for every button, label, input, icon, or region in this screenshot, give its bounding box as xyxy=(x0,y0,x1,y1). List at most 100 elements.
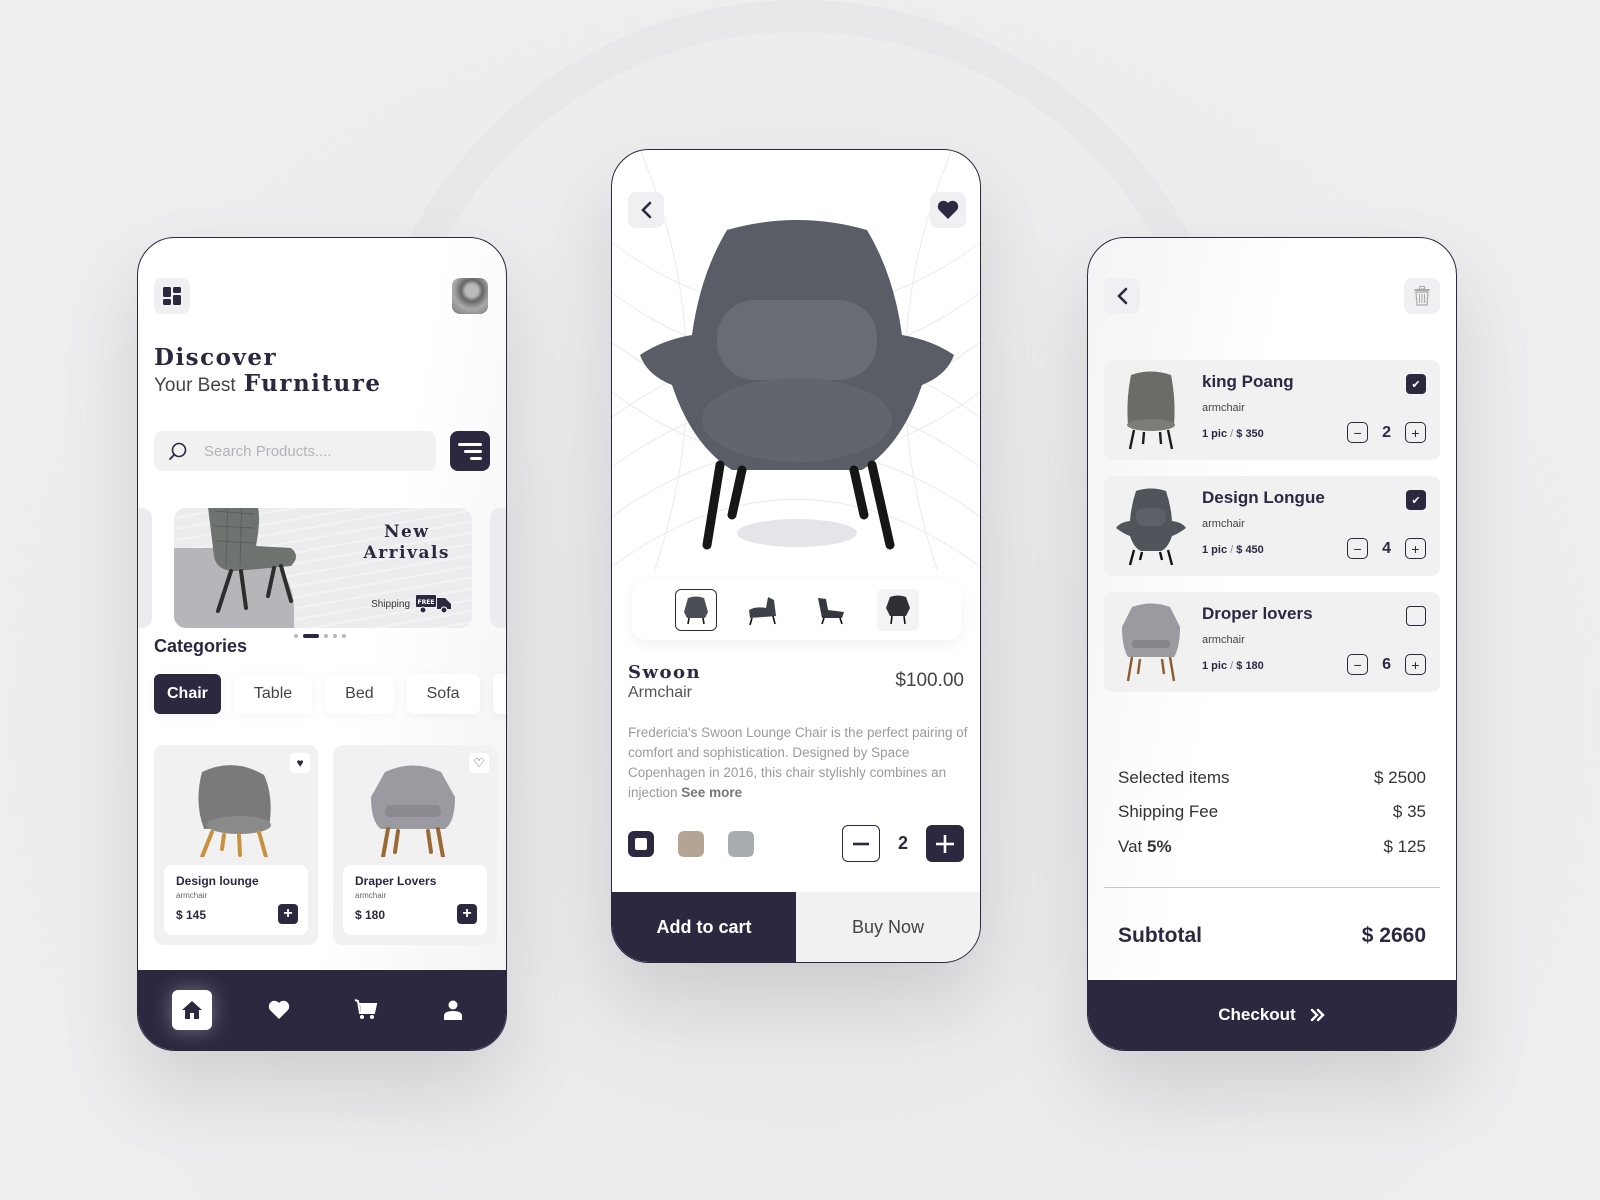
carousel-dot[interactable] xyxy=(303,634,319,638)
product-type: armchair xyxy=(355,891,387,900)
item-checkbox[interactable] xyxy=(1406,606,1426,626)
minus-icon xyxy=(852,842,869,845)
decrease-quantity-button[interactable]: − xyxy=(1347,538,1369,559)
carousel-dot[interactable] xyxy=(324,634,328,638)
chair-thumbnail-image xyxy=(817,598,844,625)
category-chip-table[interactable]: Table xyxy=(233,674,313,714)
vat-label: Vat xyxy=(1118,837,1143,856)
add-to-cart-button[interactable]: + xyxy=(278,904,298,924)
thumbnail-angle[interactable] xyxy=(742,589,784,631)
back-button[interactable] xyxy=(1104,278,1140,314)
add-to-cart-button[interactable]: + xyxy=(457,904,477,924)
product-hero-image xyxy=(640,220,954,550)
search-icon xyxy=(169,442,187,460)
product-info: Design lounge armchair $ 145 + xyxy=(164,865,308,935)
purchase-actions: Add to cart Buy Now xyxy=(612,892,980,962)
chair-thumbnail-image xyxy=(749,597,777,626)
thumbnail-side[interactable] xyxy=(810,589,852,631)
subtotal-label: Subtotal xyxy=(1118,924,1202,947)
search-input[interactable] xyxy=(204,442,404,460)
increase-quantity-button[interactable]: + xyxy=(1405,422,1426,443)
cart-item-type: armchair xyxy=(1202,402,1245,414)
thumbnail-front[interactable] xyxy=(674,589,717,631)
new-arrivals-banner[interactable]: New Arrivals Shipping FREE xyxy=(174,508,472,628)
product-detail-screen: Swoon Armchair $100.00 Fredericia's Swoo… xyxy=(611,149,981,963)
filter-icon-line xyxy=(464,449,482,453)
search-bar[interactable] xyxy=(154,431,436,471)
checkout-label: Checkout xyxy=(1218,1005,1296,1024)
delete-button[interactable] xyxy=(1404,278,1440,314)
product-info: Draper Lovers armchair $ 180 + xyxy=(343,865,487,935)
nav-home[interactable] xyxy=(171,990,212,1030)
unit-label: 1 pic xyxy=(1202,428,1228,440)
carousel-dot[interactable] xyxy=(333,634,337,638)
home-icon xyxy=(181,1001,202,1019)
banner-next-peek[interactable] xyxy=(490,508,506,628)
svg-text:FREE: FREE xyxy=(418,599,435,606)
thumbnail-back[interactable] xyxy=(877,589,920,631)
summary-label: Vat 5% xyxy=(1118,837,1172,857)
cart-item[interactable]: Design Longue armchair 1 pic / $ 450 ✔ −… xyxy=(1104,476,1440,576)
minus-icon: − xyxy=(1353,656,1362,673)
free-shipping-label: Shipping FREE xyxy=(371,594,452,614)
carousel-dot[interactable] xyxy=(294,634,298,638)
subtotal-value: $ 2660 xyxy=(1361,924,1426,947)
menu-button[interactable] xyxy=(154,278,190,314)
color-swatch[interactable] xyxy=(728,831,754,857)
cart-item[interactable]: king Poang armchair 1 pic / $ 350 ✔ − 2 … xyxy=(1104,360,1440,460)
category-chip-chair[interactable]: Chair xyxy=(154,674,221,714)
check-icon: ✔ xyxy=(1411,378,1421,391)
product-type: Armchair xyxy=(628,684,693,701)
grid-icon xyxy=(163,287,181,305)
summary-value: $ 35 xyxy=(1392,802,1426,821)
product-description: Fredericia's Swoon Lounge Chair is the p… xyxy=(628,723,968,803)
decrease-quantity-button[interactable]: − xyxy=(1347,654,1369,675)
unit-price: $ 180 xyxy=(1236,660,1264,672)
nav-profile[interactable] xyxy=(433,990,473,1030)
summary-label: Shipping Fee xyxy=(1118,802,1219,821)
unit-label: 1 pic xyxy=(1202,544,1228,556)
decrease-quantity-button[interactable] xyxy=(841,825,880,862)
see-more-link[interactable]: See more xyxy=(681,785,742,800)
carousel-dot[interactable] xyxy=(342,634,346,638)
plus-icon: + xyxy=(1411,540,1420,557)
filter-icon-line xyxy=(470,456,482,460)
banner-title-line1: New xyxy=(384,522,430,542)
favorite-button[interactable]: ♡ xyxy=(469,753,489,773)
banner-prev-peek[interactable] xyxy=(138,508,152,628)
color-swatch[interactable] xyxy=(678,831,704,857)
nav-favorites[interactable] xyxy=(259,990,299,1030)
category-chip-sofa[interactable]: Sofa xyxy=(406,674,480,714)
cart-item-name: king Poang xyxy=(1202,372,1294,391)
color-swatch[interactable] xyxy=(628,831,654,857)
nav-cart[interactable] xyxy=(346,990,386,1030)
category-chip-bed[interactable]: Bed xyxy=(325,674,394,714)
product-card[interactable]: ♥ Design lounge armchair $ 145 + xyxy=(154,745,318,945)
item-checkbox[interactable]: ✔ xyxy=(1406,490,1426,510)
plus-icon: + xyxy=(1411,424,1420,441)
add-to-cart-button[interactable]: Add to cart xyxy=(612,892,796,962)
categories-title: Categories xyxy=(154,636,248,656)
checkout-button[interactable]: Checkout xyxy=(1088,980,1456,1050)
buy-now-button[interactable]: Buy Now xyxy=(796,892,980,962)
increase-quantity-button[interactable] xyxy=(926,825,964,862)
filter-button[interactable] xyxy=(450,431,490,471)
carousel-dots[interactable] xyxy=(294,634,346,638)
cart-item-name: Design Longue xyxy=(1202,488,1325,507)
check-icon: ✔ xyxy=(1411,494,1421,507)
chair-thumbnail-image xyxy=(683,596,708,625)
favorite-button[interactable]: ♥ xyxy=(290,753,310,773)
increase-quantity-button[interactable]: + xyxy=(1405,538,1426,559)
item-checkbox[interactable]: ✔ xyxy=(1406,374,1426,394)
decrease-quantity-button[interactable]: − xyxy=(1347,422,1369,443)
cart-icon xyxy=(354,999,377,1019)
user-avatar[interactable] xyxy=(452,278,488,314)
cart-item[interactable]: Droper lovers armchair 1 pic / $ 180 − 6… xyxy=(1104,592,1440,692)
heart-icon xyxy=(268,1000,289,1019)
increase-quantity-button[interactable]: + xyxy=(1405,654,1426,675)
product-card[interactable]: ♡ Draper Lovers armchair $ 180 + xyxy=(333,745,497,945)
home-screen: Discover Your Best Furniture New Arrival… xyxy=(137,237,507,1051)
user-icon xyxy=(443,1000,462,1020)
category-chip-cap[interactable]: Cap xyxy=(492,674,506,714)
greeting-emphasis: Furniture xyxy=(243,370,382,397)
